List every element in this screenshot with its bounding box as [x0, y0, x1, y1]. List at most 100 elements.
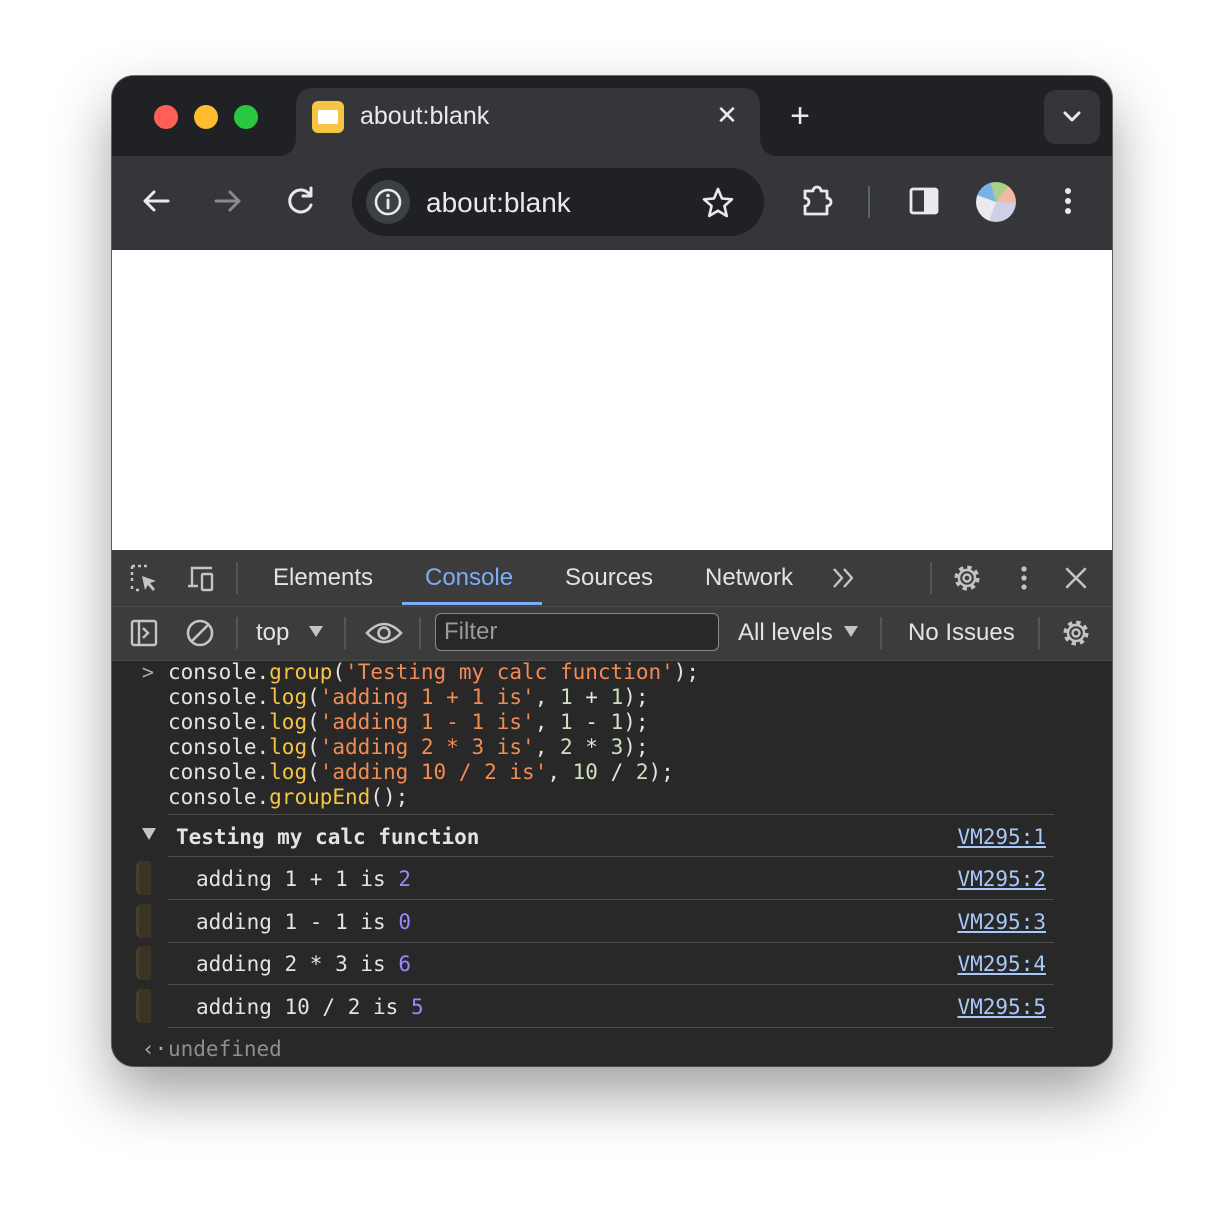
toolbar-divider [236, 617, 238, 649]
tab-sources[interactable]: Sources [565, 550, 653, 606]
source-link[interactable]: VM295:5 [957, 994, 1046, 1020]
block-icon [186, 619, 214, 647]
group-indent-bar [136, 989, 151, 1023]
row-divider [168, 856, 1054, 857]
reload-button[interactable] [280, 181, 320, 221]
page-favicon-icon [312, 101, 344, 133]
tab-title: about:blank [360, 102, 490, 130]
code-line: console.log('adding 1 + 1 is', 1 + 1); [168, 685, 649, 709]
browser-menu-button[interactable] [1048, 181, 1088, 221]
inspect-icon [130, 564, 156, 592]
info-icon [374, 188, 402, 216]
row-divider [168, 984, 1054, 985]
devtools-tab-bar: Elements Console Sources Network [112, 550, 1112, 607]
tab-console[interactable]: Console [425, 550, 513, 606]
toolbar-divider [419, 617, 421, 649]
inspect-element-button[interactable] [128, 562, 160, 594]
title-bar: about:blank ✕ + [112, 76, 1112, 156]
browser-toolbar: about:blank [112, 156, 1112, 250]
log-message: adding 2 * 3 is 6 [196, 952, 411, 976]
toolbar-divider [344, 617, 346, 649]
reload-icon [288, 186, 313, 214]
devtools-panel: Elements Console Sources Network top Fil… [112, 550, 1112, 1066]
group-indent-bar [136, 904, 151, 938]
group-title: Testing my calc function [176, 825, 480, 849]
show-sidebar-button[interactable] [128, 617, 160, 649]
return-value: undefined [168, 1037, 282, 1061]
console-settings-button[interactable] [1060, 617, 1092, 649]
browser-tab[interactable]: about:blank ✕ [280, 88, 776, 156]
close-devtools-button[interactable] [1060, 562, 1092, 594]
side-panel-icon [909, 187, 939, 215]
code-line: console.log('adding 10 / 2 is', 10 / 2); [168, 760, 674, 784]
code-line: console.groupEnd(); [168, 785, 409, 809]
side-panel-button[interactable] [904, 181, 944, 221]
tab-elements[interactable]: Elements [273, 550, 373, 606]
code-line: console.log('adding 2 * 3 is', 2 * 3); [168, 735, 649, 759]
live-expression-button[interactable] [364, 617, 404, 649]
chevron-down-icon [1063, 111, 1081, 122]
log-row: adding 1 - 1 is 0 VM295:3 [112, 901, 1112, 943]
row-divider [168, 814, 1054, 815]
close-tab-icon[interactable]: ✕ [712, 100, 742, 130]
star-icon [702, 187, 734, 218]
back-button[interactable] [136, 181, 176, 221]
more-tabs-button[interactable] [828, 562, 860, 594]
browser-window: about:blank ✕ + about:blank Elements Con… [112, 76, 1112, 1066]
close-window-button[interactable] [154, 105, 178, 129]
filter-input[interactable]: Filter [435, 613, 719, 651]
group-indent-bar [136, 946, 151, 980]
console-toolbar: top Filter All levels No Issues [112, 607, 1112, 661]
tab-search-button[interactable] [1044, 90, 1100, 144]
devtools-settings-button[interactable] [951, 562, 983, 594]
devtools-divider [930, 562, 932, 594]
device-icon [188, 566, 214, 592]
tab-network[interactable]: Network [705, 550, 793, 606]
log-message: adding 10 / 2 is 5 [196, 995, 424, 1019]
more-vertical-icon [1065, 188, 1071, 214]
code-line: console.log('adding 1 - 1 is', 1 - 1); [168, 710, 649, 734]
gear-icon [954, 565, 980, 591]
maximize-window-button[interactable] [234, 105, 258, 129]
puzzle-icon [803, 185, 833, 216]
log-row: adding 1 + 1 is 2 VM295:2 [112, 858, 1112, 900]
toolbar-divider [868, 186, 870, 218]
code-line: console.group('Testing my calc function'… [168, 660, 700, 684]
log-row: adding 10 / 2 is 5 VM295:5 [112, 986, 1112, 1028]
gear-icon [1063, 620, 1089, 646]
log-message: adding 1 - 1 is 0 [196, 910, 411, 934]
new-tab-button[interactable]: + [784, 96, 816, 136]
minimize-window-button[interactable] [194, 105, 218, 129]
clear-console-button[interactable] [184, 617, 216, 649]
source-link[interactable]: VM295:1 [957, 824, 1046, 850]
context-label: top [256, 619, 290, 646]
sidebar-toggle-icon [130, 619, 158, 647]
expand-triangle-icon[interactable] [142, 828, 156, 840]
log-message: adding 1 + 1 is 2 [196, 867, 411, 891]
source-link[interactable]: VM295:4 [957, 951, 1046, 977]
console-group-header[interactable]: Testing my calc function VM295:1 [112, 816, 1112, 858]
device-toolbar-button[interactable] [184, 562, 216, 594]
site-info-button[interactable] [366, 180, 410, 224]
forward-button[interactable] [208, 181, 248, 221]
devtools-menu-button[interactable] [1008, 562, 1040, 594]
issues-button[interactable]: No Issues [908, 617, 1015, 649]
log-row: adding 2 * 3 is 6 VM295:4 [112, 943, 1112, 985]
chevron-double-right-icon [833, 568, 854, 588]
eye-icon [365, 622, 403, 644]
filter-placeholder: Filter [444, 618, 498, 645]
bookmark-button[interactable] [700, 185, 736, 221]
profile-avatar[interactable] [976, 182, 1016, 222]
toolbar-divider [880, 617, 882, 649]
toolbar-divider [1038, 617, 1040, 649]
extensions-button[interactable] [798, 181, 838, 221]
more-vertical-icon [1021, 566, 1027, 590]
source-link[interactable]: VM295:2 [957, 866, 1046, 892]
address-bar[interactable]: about:blank [352, 168, 764, 236]
console-output[interactable]: > console.group('Testing my calc functio… [112, 660, 1112, 1066]
arrow-right-icon [214, 190, 241, 212]
caret-down-icon [309, 626, 323, 637]
arrow-left-icon [143, 190, 170, 212]
address-url: about:blank [426, 187, 571, 218]
source-link[interactable]: VM295:3 [957, 909, 1046, 935]
